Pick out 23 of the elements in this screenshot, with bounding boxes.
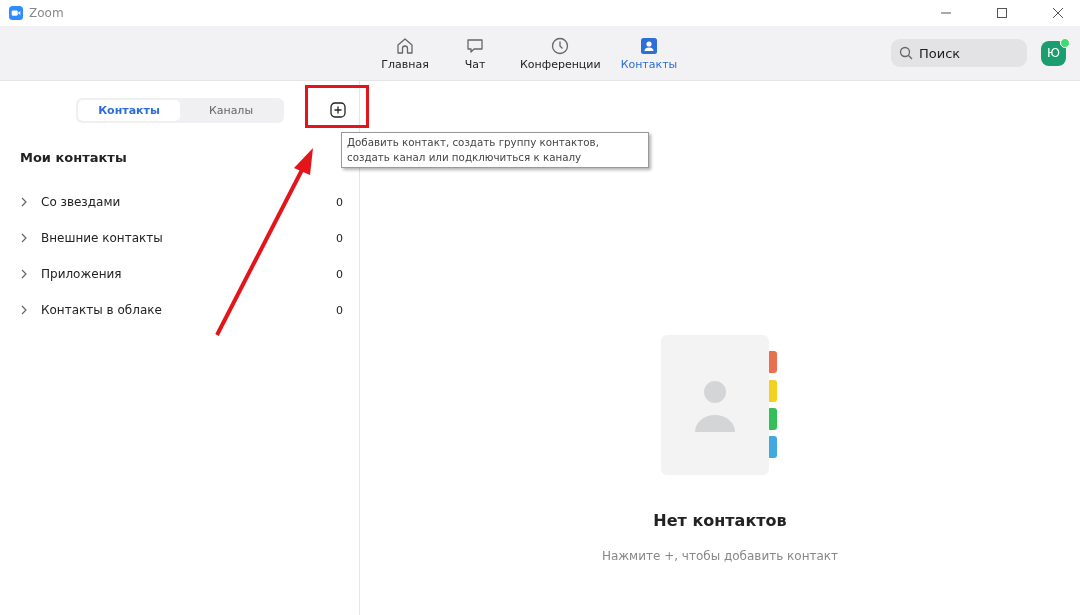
contact-card-icon [638,35,659,56]
nav-tab[interactable]: Конференции [510,31,611,75]
nav-tab[interactable]: Контакты [610,31,688,75]
clock-icon [550,35,571,56]
add-button[interactable] [328,100,348,120]
nav-tab[interactable]: Чат [440,31,510,75]
empty-state-title: Нет контактов [653,511,787,530]
contact-group-row[interactable]: Приложения 0 [0,256,359,292]
window-title: Zoom [29,6,64,20]
close-icon[interactable] [1052,7,1064,19]
search-field[interactable]: Поиск [891,39,1027,67]
maximize-icon[interactable] [996,7,1008,19]
search-icon [899,46,913,60]
segment-tab[interactable]: Контакты [78,99,180,121]
contact-group-row[interactable]: Со звездами 0 [0,184,359,220]
segment-tab[interactable]: Каналы [180,99,282,121]
tooltip: Добавить контакт, создать группу контактов, создать канал или подключиться к каналу [341,132,649,168]
nav-tab[interactable]: Главная [370,31,440,75]
video-camera-icon [9,6,23,20]
empty-state-hint: Нажмите +, чтобы добавить контакт [601,549,839,563]
contact-group-row[interactable]: Контакты в облаке 0 [0,292,359,328]
contact-group-row[interactable]: Внешние контакты 0 [0,220,359,256]
highlight-frame [305,85,369,128]
